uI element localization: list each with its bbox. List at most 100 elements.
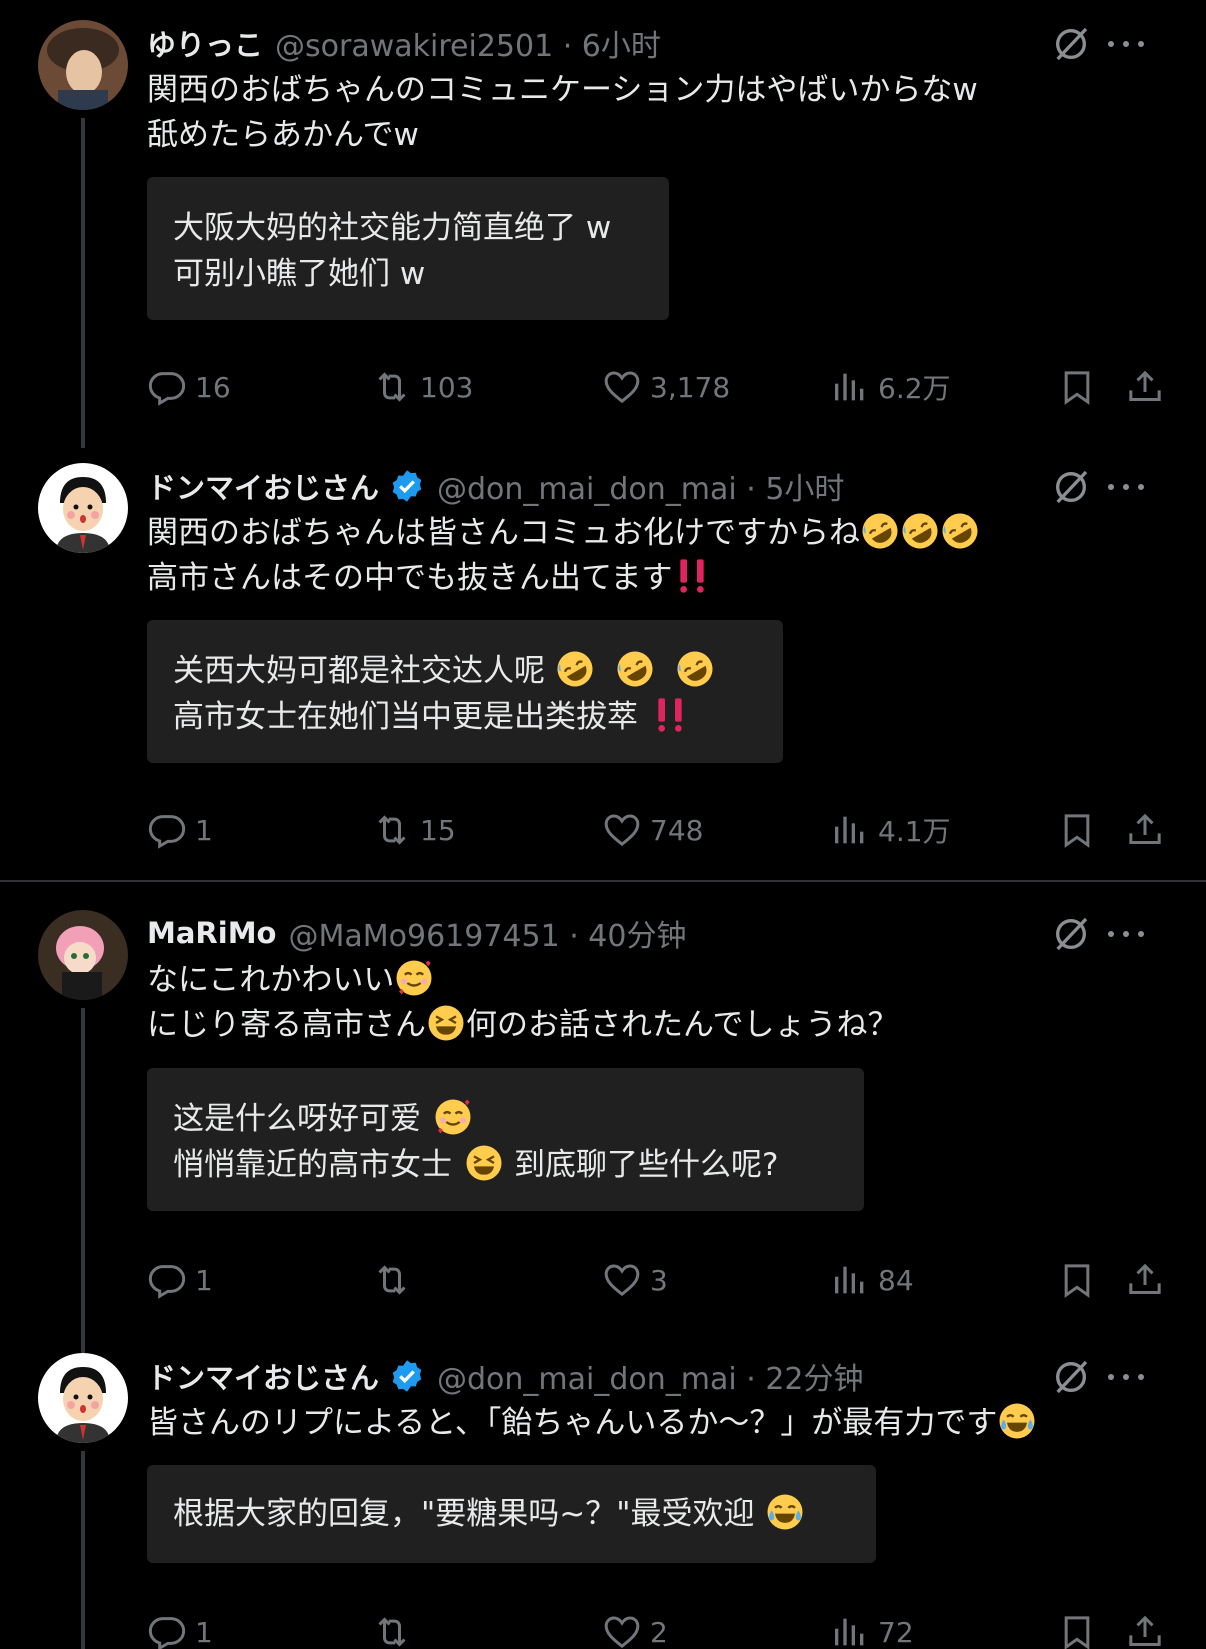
more-icon[interactable] (1106, 467, 1146, 507)
views-button[interactable]: 4.1万 (830, 808, 951, 852)
like-button[interactable]: 748 (602, 808, 703, 852)
tweet-text-line: 皆さんのリプによると、「飴ちゃんいるか〜？」が最有力です (147, 1401, 1037, 1446)
display-name[interactable]: ドンマイおじさん (147, 465, 379, 507)
retweet-icon (372, 810, 412, 850)
share-button[interactable] (1125, 1258, 1165, 1302)
bookmark-button[interactable] (1057, 1610, 1097, 1649)
reply-button[interactable]: 1 (147, 808, 213, 852)
grok-icon[interactable] (1051, 1357, 1091, 1397)
action-bar: 1 3 84 (147, 1258, 1167, 1302)
translation-box: 大阪大妈的社交能力简直绝了 w 可别小瞧了她们 w (147, 177, 669, 320)
handle-time[interactable]: @MaMo96197451 · 40分钟 (288, 911, 686, 955)
verified-badge-icon (389, 468, 425, 504)
heart-icon (602, 1612, 642, 1649)
avatar[interactable] (38, 910, 128, 1000)
share-icon (1125, 1612, 1165, 1649)
bookmark-icon (1057, 367, 1097, 407)
heart-icon (602, 367, 642, 407)
like-button[interactable]: 2 (602, 1610, 668, 1649)
bookmark-icon (1057, 1260, 1097, 1300)
grok-icon[interactable] (1051, 914, 1091, 954)
grok-icon[interactable] (1051, 467, 1091, 507)
display-name[interactable]: MaRiMo (147, 916, 276, 950)
thread-divider (0, 880, 1206, 882)
tweet-text-line: 関西のおばちゃんのコミュニケーション力はやばいからなw (147, 72, 978, 108)
reply-button[interactable]: 1 (147, 1258, 213, 1302)
tweet-header: ドンマイおじさん @don_mai_don_mai · 22分钟 (147, 1353, 864, 1399)
like-count: 3,178 (650, 370, 731, 404)
action-bar: 1 2 72 (147, 1610, 1167, 1649)
rofl-emoji-icon (675, 649, 715, 689)
bookmark-button[interactable] (1057, 1258, 1097, 1302)
like-button[interactable]: 3,178 (602, 365, 730, 409)
tweet-header: ドンマイおじさん @don_mai_don_mai · 5小时 (147, 463, 844, 509)
views-button[interactable]: 6.2万 (830, 365, 951, 409)
view-count: 72 (878, 1615, 914, 1649)
translation-line: 大阪大妈的社交能力简直绝了 w (173, 210, 612, 246)
reply-button[interactable]: 16 (147, 365, 231, 409)
more-icon[interactable] (1106, 24, 1146, 64)
views-button[interactable]: 84 (830, 1258, 914, 1302)
double-exclamation-icon (650, 695, 690, 735)
verified-badge-icon (389, 1358, 425, 1394)
rofl-emoji-icon (615, 649, 655, 689)
tweet-1[interactable]: ゆりっこ @sorawakirei2501 · 6小时 関西のおばちゃんのコミュ… (0, 20, 1206, 448)
smiling-hearts-emoji-icon (394, 958, 434, 998)
grok-icon[interactable] (1051, 24, 1091, 64)
heart-icon (602, 1260, 642, 1300)
retweet-button[interactable]: 103 (372, 365, 473, 409)
bookmark-button[interactable] (1057, 808, 1097, 852)
display-name[interactable]: ドンマイおじさん (147, 1355, 379, 1397)
retweet-button[interactable] (372, 1258, 420, 1302)
reply-button[interactable]: 1 (147, 1610, 213, 1649)
like-count: 3 (650, 1263, 668, 1297)
more-icon[interactable] (1106, 1357, 1146, 1397)
crying-laughing-emoji-icon (765, 1492, 805, 1532)
handle-time[interactable]: @sorawakirei2501 · 6小时 (275, 21, 661, 65)
tweet-text-line: 関西のおばちゃんは皆さんコミュお化けですからね (147, 511, 980, 556)
view-count: 4.1万 (878, 815, 951, 848)
crying-laughing-emoji-icon (997, 1401, 1037, 1441)
retweet-icon (372, 1260, 412, 1300)
like-button[interactable]: 3 (602, 1258, 668, 1302)
views-button[interactable]: 72 (830, 1610, 914, 1649)
retweet-button[interactable] (372, 1610, 420, 1649)
reply-count: 16 (195, 370, 231, 404)
reply-icon (147, 810, 187, 850)
analytics-icon (830, 1612, 870, 1649)
reply-icon (147, 367, 187, 407)
tweet-text: 関西のおばちゃんは皆さんコミュお化けですからね 高市さんはその中でも抜きん出てま… (147, 511, 980, 601)
share-button[interactable] (1125, 808, 1165, 852)
tweet-text: 関西のおばちゃんのコミュニケーション力はやばいからなw 舐めたらあかんでw (147, 68, 978, 158)
bookmark-button[interactable] (1057, 365, 1097, 409)
more-icon[interactable] (1106, 914, 1146, 954)
share-button[interactable] (1125, 1610, 1165, 1649)
rofl-emoji-icon (860, 511, 900, 551)
tweet-3[interactable]: MaRiMo @MaMo96197451 · 40分钟 なにこれかわいい にじり… (0, 910, 1206, 1353)
handle-time[interactable]: @don_mai_don_mai · 5小时 (437, 464, 844, 508)
like-count: 748 (650, 813, 704, 847)
rofl-emoji-icon (940, 511, 980, 551)
action-bar: 16 103 3,178 6.2万 (147, 365, 1167, 409)
share-icon (1125, 367, 1165, 407)
tweet-text-line: なにこれかわいい (147, 958, 898, 1003)
retweet-button[interactable]: 15 (372, 808, 456, 852)
tweet-2[interactable]: ドンマイおじさん @don_mai_don_mai · 5小时 関西のおばちゃん… (0, 463, 1206, 863)
bookmark-icon (1057, 1612, 1097, 1649)
avatar[interactable] (38, 1353, 128, 1443)
translation-line: 可别小瞧了她们 w (173, 256, 426, 292)
avatar[interactable] (38, 463, 128, 553)
avatar[interactable] (38, 20, 128, 110)
handle-time[interactable]: @don_mai_don_mai · 22分钟 (437, 1354, 864, 1398)
share-button[interactable] (1125, 365, 1165, 409)
laughing-emoji-icon (464, 1143, 504, 1183)
like-count: 2 (650, 1615, 668, 1649)
translation-box: 这是什么呀好可爱 悄悄靠近的高市女士 到底聊了些什么呢? (147, 1068, 864, 1211)
retweet-icon (372, 367, 412, 407)
tweet-4[interactable]: ドンマイおじさん @don_mai_don_mai · 22分钟 皆さんのリプに… (0, 1353, 1206, 1649)
heart-icon (602, 810, 642, 850)
reply-count: 1 (195, 1263, 213, 1297)
thread-line (81, 1451, 85, 1649)
display-name[interactable]: ゆりっこ (147, 22, 263, 64)
view-count: 84 (878, 1263, 914, 1297)
